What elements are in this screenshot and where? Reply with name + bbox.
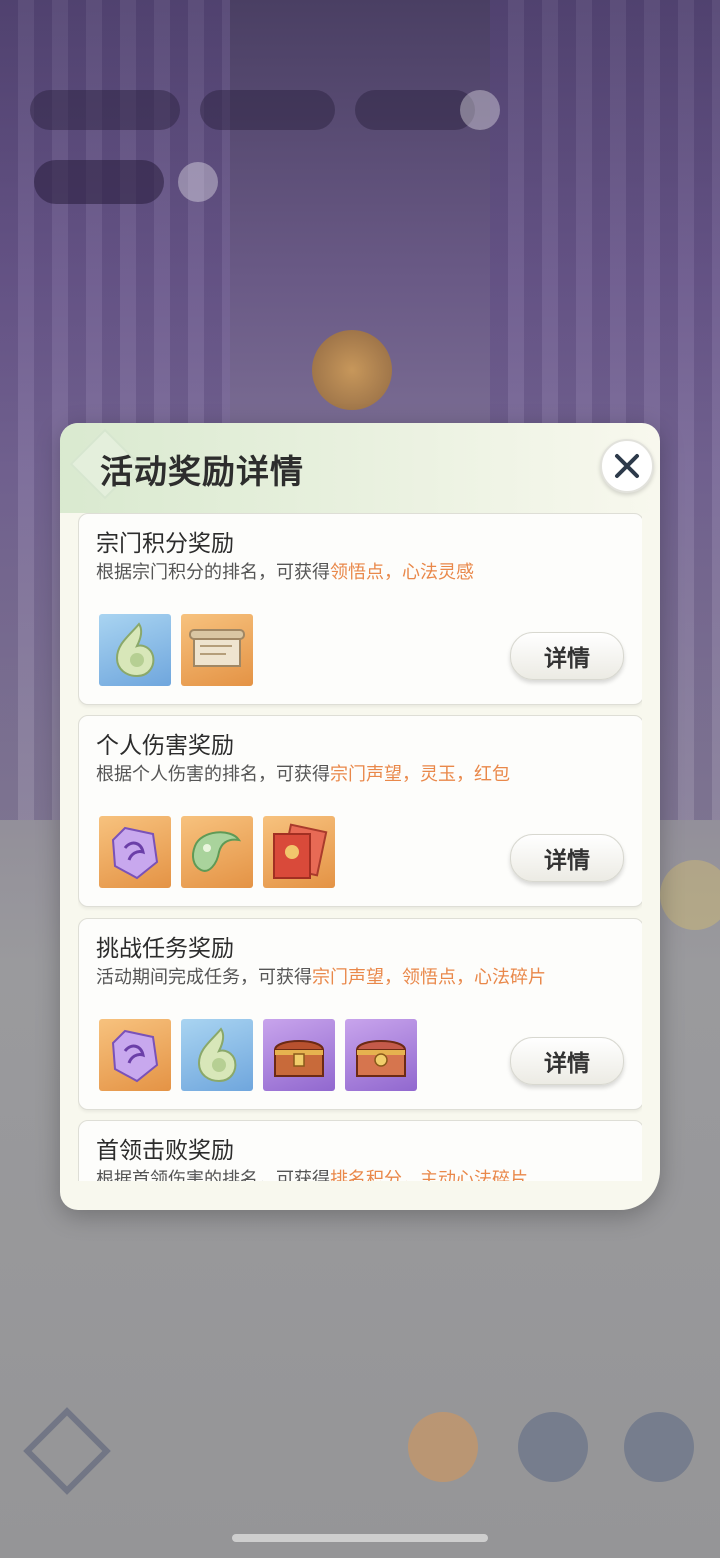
- desc-highlight: 排名积分，主动心法碎片: [330, 1169, 528, 1181]
- close-button[interactable]: [600, 439, 654, 493]
- scroll-icon[interactable]: [181, 614, 253, 686]
- currency-pill: [200, 90, 335, 130]
- currency-pill: [355, 90, 475, 130]
- desc-text: 根据个人伤害的排名，可获得: [96, 764, 330, 785]
- reward-card-personal-damage: 个人伤害奖励 根据个人伤害的排名，可获得宗门声望，灵玉，红包 详情: [78, 715, 642, 907]
- treasure-chest-icon[interactable]: [263, 1019, 335, 1091]
- add-icon: [460, 90, 500, 130]
- card-description: 根据个人伤害的排名，可获得宗门声望，灵玉，红包: [96, 760, 510, 786]
- card-description: 根据首领伤害的排名，可获得排名积分，主动心法碎片: [96, 1165, 528, 1181]
- desc-text: 活动期间完成任务，可获得: [96, 967, 312, 988]
- purple-crystal-icon[interactable]: [99, 816, 171, 888]
- jade-drop-icon[interactable]: [99, 614, 171, 686]
- dialog-title: 活动奖励详情: [100, 452, 304, 491]
- treasure-chest-icon[interactable]: [345, 1019, 417, 1091]
- desc-text: 根据首领伤害的排名，可获得: [96, 1169, 330, 1181]
- character-name-plate: [34, 160, 164, 204]
- medal-icon: [312, 330, 392, 410]
- card-description: 根据宗门积分的排名，可获得领悟点，心法灵感: [96, 558, 474, 584]
- nav-active-icon: [408, 1412, 478, 1482]
- card-title: 首领击败奖励: [96, 1138, 234, 1164]
- card-title: 个人伤害奖励: [96, 733, 234, 759]
- desc-text: 根据宗门积分的排名，可获得: [96, 562, 330, 583]
- reward-card-boss-defeat: 首领击败奖励 根据首领伤害的排名，可获得排名积分，主动心法碎片: [78, 1120, 642, 1181]
- card-title: 宗门积分奖励: [96, 531, 234, 557]
- card-title: 挑战任务奖励: [96, 936, 234, 962]
- jade-drop-icon[interactable]: [181, 1019, 253, 1091]
- activity-reward-dialog: 活动奖励详情 宗门积分奖励 根据宗门积分的排名，可获得领悟点，心法灵感 详情 个…: [60, 423, 660, 1210]
- close-icon: [615, 454, 639, 478]
- jade-icon[interactable]: [181, 816, 253, 888]
- red-envelope-icon[interactable]: [263, 816, 335, 888]
- menu-diamond-icon: [23, 1407, 111, 1495]
- nav-icon: [624, 1412, 694, 1482]
- reward-items: [99, 614, 253, 686]
- reward-list[interactable]: 宗门积分奖励 根据宗门积分的排名，可获得领悟点，心法灵感 详情 个人伤害奖励 根…: [78, 513, 642, 1181]
- detail-button[interactable]: 详情: [510, 1037, 624, 1085]
- card-description: 活动期间完成任务，可获得宗门声望，领悟点，心法碎片: [96, 963, 546, 989]
- detail-button[interactable]: 详情: [510, 834, 624, 882]
- reward-items: [99, 816, 335, 888]
- desc-highlight: 宗门声望，领悟点，心法碎片: [312, 967, 546, 988]
- info-icon: [178, 162, 218, 202]
- reward-items: [99, 1019, 417, 1091]
- nav-icon: [518, 1412, 588, 1482]
- player-resource-pill: [30, 90, 180, 130]
- desc-highlight: 领悟点，心法灵感: [330, 562, 474, 583]
- side-badge-icon: [660, 860, 720, 930]
- purple-crystal-icon[interactable]: [99, 1019, 171, 1091]
- desc-highlight: 宗门声望，灵玉，红包: [330, 764, 510, 785]
- detail-button[interactable]: 详情: [510, 632, 624, 680]
- reward-card-challenge-tasks: 挑战任务奖励 活动期间完成任务，可获得宗门声望，领悟点，心法碎片 详情: [78, 918, 642, 1110]
- home-indicator[interactable]: [232, 1534, 488, 1542]
- reward-card-sect-points: 宗门积分奖励 根据宗门积分的排名，可获得领悟点，心法灵感 详情: [78, 513, 642, 705]
